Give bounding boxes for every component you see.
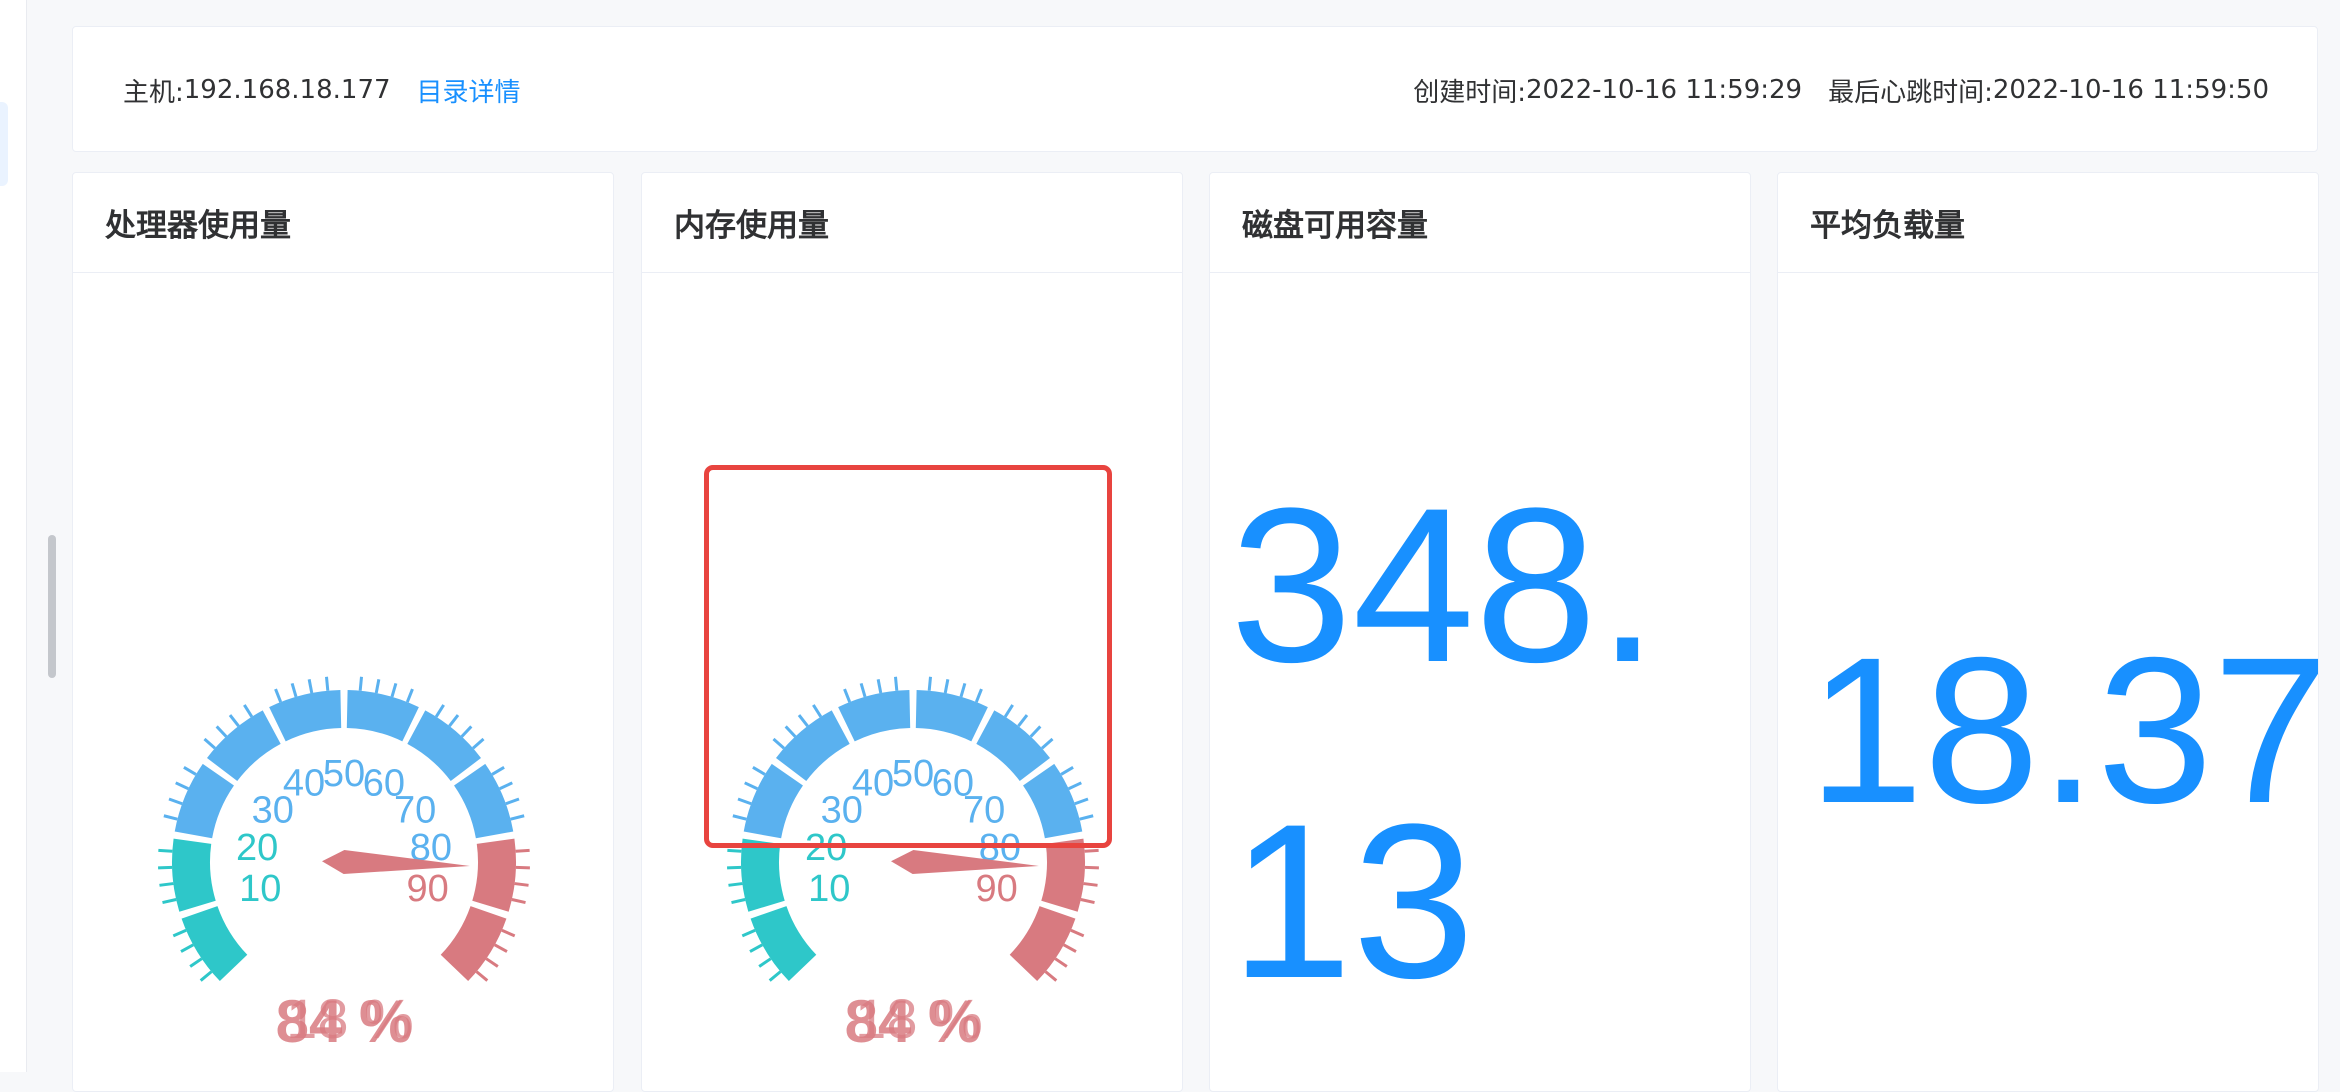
gauge-tick-label: 70 — [394, 789, 436, 831]
host-label: 主机: — [123, 72, 184, 109]
gauge-minor-tick — [407, 689, 412, 702]
disk-available-value: 348.13 — [1230, 427, 1730, 1059]
gauge-tick-label: 40 — [283, 763, 325, 805]
gauge-minor-tick — [759, 959, 771, 967]
gauge-minor-tick — [162, 900, 176, 903]
gauge-band-segment — [472, 839, 516, 912]
created-time-label: 创建时间: — [1413, 72, 1526, 109]
gauge-minor-tick — [309, 679, 312, 693]
gauge-minor-tick — [1064, 945, 1076, 952]
gauge-minor-tick — [495, 945, 507, 952]
gauge-minor-tick — [184, 767, 196, 774]
gauge-minor-tick — [190, 959, 202, 967]
gauge-minor-tick — [486, 959, 498, 967]
gauge-band-segment — [1041, 839, 1085, 912]
gauge-minor-tick — [176, 783, 189, 789]
gauge-minor-tick — [728, 884, 742, 886]
gauge-minor-tick — [502, 930, 515, 936]
gauge-minor-tick — [159, 884, 173, 886]
gauge-minor-tick — [230, 715, 239, 726]
gauge-tick-label: 90 — [407, 868, 449, 910]
gauge-band-segment — [741, 839, 785, 912]
average-load-value: 18.37 — [1808, 573, 2308, 889]
average-load-title: 平均负载量 — [1778, 173, 2318, 273]
gauge-minor-tick — [158, 850, 172, 851]
gauge-tick-label: 20 — [236, 827, 278, 869]
average-load-panel: 平均负载量 18.37 — [1777, 172, 2319, 1092]
gauge-minor-tick — [511, 816, 525, 819]
gauge-minor-tick — [217, 726, 227, 736]
gauge-minor-tick — [750, 945, 762, 952]
gauge-minor-tick — [516, 850, 530, 851]
gauge-minor-tick — [1084, 884, 1098, 886]
gauge-minor-tick — [1071, 930, 1084, 936]
cpu-usage-panel: 处理器使用量 10203040506070809018 %84 % — [72, 172, 614, 1092]
gauge-value-label: 84 % — [276, 988, 413, 1055]
gauge-minor-tick — [326, 677, 327, 691]
gauge-minor-tick — [292, 683, 296, 696]
gauge-minor-tick — [506, 799, 519, 804]
gauge-minor-tick — [731, 900, 745, 903]
gauge-minor-tick — [360, 677, 361, 691]
scrollbar-thumb[interactable] — [48, 535, 56, 678]
gauge-tick-label: 50 — [323, 753, 365, 795]
gauge-minor-tick — [1081, 900, 1095, 903]
gauge-value-label: 84 % — [845, 988, 982, 1055]
gauge-minor-tick — [500, 783, 513, 789]
gauge-minor-tick — [436, 705, 444, 717]
gauge-minor-tick — [512, 900, 526, 903]
side-nav-rail — [0, 0, 27, 1072]
gauge-minor-tick — [169, 799, 182, 804]
host-value: 192.168.18.177 — [184, 75, 391, 105]
memory-usage-title: 内存使用量 — [642, 173, 1182, 273]
gauge-minor-tick — [770, 972, 781, 981]
gauge-minor-tick — [515, 884, 529, 886]
disk-available-panel: 磁盘可用容量 348.13 — [1209, 172, 1751, 1092]
host-info-card: 主机: 192.168.18.177 目录详情 创建时间: 2022-10-16… — [72, 26, 2318, 152]
gauge-minor-tick — [462, 726, 472, 736]
gauge-minor-tick — [392, 683, 396, 696]
side-nav-active-item[interactable] — [0, 102, 8, 186]
gauge-minor-tick — [204, 739, 215, 748]
gauge-minor-tick — [449, 715, 458, 726]
disk-available-title: 磁盘可用容量 — [1210, 173, 1750, 273]
gauge-minor-tick — [244, 705, 252, 717]
created-time-value: 2022-10-16 11:59:29 — [1526, 75, 1802, 105]
gauge-minor-tick — [276, 689, 281, 702]
heartbeat-time-value: 2022-10-16 11:59:50 — [1993, 75, 2269, 105]
gauge-tick-label: 90 — [976, 868, 1018, 910]
gauge-minor-tick — [181, 945, 193, 952]
cpu-gauge: 10203040506070809018 %84 % — [73, 273, 614, 1092]
time-info: 创建时间: 2022-10-16 11:59:29 最后心跳时间: 2022-1… — [1413, 27, 2269, 153]
gauge-band-segment — [172, 839, 216, 912]
gauge-minor-tick — [376, 679, 379, 693]
cpu-usage-title: 处理器使用量 — [73, 173, 613, 273]
directory-detail-link[interactable]: 目录详情 — [417, 72, 521, 109]
host-info: 主机: 192.168.18.177 目录详情 — [123, 27, 521, 153]
selection-highlight-box — [704, 465, 1112, 848]
gauge-minor-tick — [742, 930, 755, 936]
gauge-minor-tick — [727, 850, 741, 851]
gauge-minor-tick — [1055, 959, 1067, 967]
heartbeat-time-label: 最后心跳时间: — [1828, 72, 1993, 109]
gauge-minor-tick — [1085, 850, 1099, 851]
gauge-minor-tick — [1046, 972, 1057, 981]
gauge-tick-label: 10 — [239, 868, 281, 910]
gauge-minor-tick — [173, 930, 186, 936]
gauge-minor-tick — [201, 972, 212, 981]
gauge-minor-tick — [492, 767, 504, 774]
gauge-minor-tick — [477, 972, 488, 981]
gauge-minor-tick — [164, 816, 178, 819]
gauge-minor-tick — [473, 739, 484, 748]
gauge-tick-label: 10 — [808, 868, 850, 910]
